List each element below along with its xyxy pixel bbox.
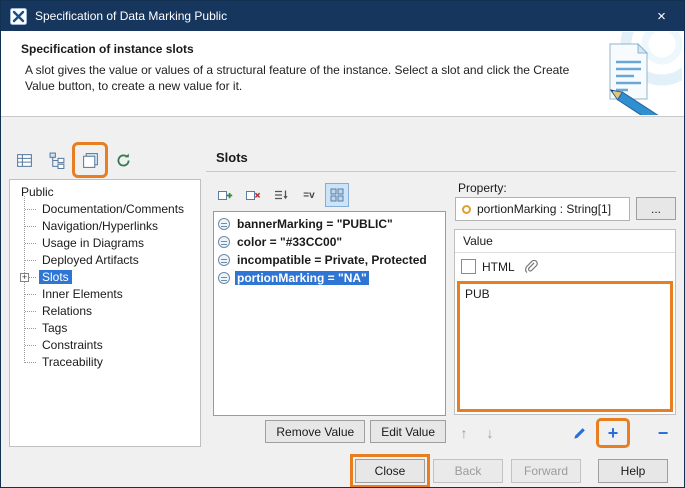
tree-item-slots[interactable]: + Slots xyxy=(24,269,200,286)
value-panel: Value HTML PUB xyxy=(454,229,676,415)
panels-view-icon[interactable] xyxy=(77,147,103,173)
value-panel-header: Value xyxy=(455,230,675,253)
remove-value-icon[interactable]: − xyxy=(650,422,676,444)
value-text-area[interactable]: PUB xyxy=(457,281,673,412)
section-divider xyxy=(206,171,676,172)
help-button[interactable]: Help xyxy=(598,459,668,483)
property-icon xyxy=(462,205,471,214)
specification-dialog: Specification of Data Marking Public × S… xyxy=(0,0,685,488)
grid-view-icon[interactable] xyxy=(325,183,349,207)
header-title: Specification of instance slots xyxy=(21,42,194,56)
property-browse-button[interactable]: ... xyxy=(636,197,676,220)
slot-icon xyxy=(218,272,230,284)
view-toolbar xyxy=(11,147,136,173)
slot-icon xyxy=(218,218,230,230)
header-description-line1: A slot gives the value or values of a st… xyxy=(25,62,569,78)
window-title: Specification of Data Marking Public xyxy=(35,9,227,23)
property-label: Property: xyxy=(458,181,507,195)
tree-item-tags[interactable]: Tags xyxy=(24,320,200,337)
delete-value-icon[interactable] xyxy=(241,183,265,207)
edit-pencil-icon[interactable] xyxy=(566,422,592,444)
tree-item-public[interactable]: Public xyxy=(14,184,200,201)
tree-item-constraints[interactable]: Constraints xyxy=(24,337,200,354)
paperclip-icon[interactable] xyxy=(521,257,541,277)
app-icon xyxy=(10,8,27,25)
html-checkbox-label: HTML xyxy=(482,260,515,274)
close-button[interactable]: Close xyxy=(355,459,425,483)
tree-item-navigation[interactable]: Navigation/Hyperlinks xyxy=(24,218,200,235)
expander-icon[interactable]: + xyxy=(20,273,29,282)
document-pencil-illustration xyxy=(574,32,682,115)
tree-item-traceability[interactable]: Traceability xyxy=(24,354,200,371)
titlebar: Specification of Data Marking Public × xyxy=(1,1,684,31)
property-display: portionMarking : String[1] xyxy=(455,197,630,221)
list-item-selected[interactable]: portionMarking = "NA" xyxy=(214,269,445,287)
slot-icon xyxy=(218,236,230,248)
tree-item-relations[interactable]: Relations xyxy=(24,303,200,320)
close-icon[interactable]: × xyxy=(639,1,684,31)
slot-icon xyxy=(218,254,230,266)
tree-children: Documentation/Comments Navigation/Hyperl… xyxy=(24,201,200,371)
list-item[interactable]: color = "#33CC00" xyxy=(214,233,445,251)
header-description: A slot gives the value or values of a st… xyxy=(25,62,569,94)
add-value-icon[interactable]: + xyxy=(600,422,626,444)
tree-item-documentation[interactable]: Documentation/Comments xyxy=(24,201,200,218)
remove-value-button[interactable]: Remove Value xyxy=(265,420,365,443)
slot-value-list[interactable]: bannerMarking = "PUBLIC" color = "#33CC0… xyxy=(213,211,446,416)
tree-view-icon[interactable] xyxy=(44,147,70,173)
show-equals-icon[interactable]: =v xyxy=(297,183,321,207)
order-values-icon[interactable] xyxy=(269,183,293,207)
tree-item-inner-elements[interactable]: Inner Elements xyxy=(24,286,200,303)
forward-button[interactable]: Forward xyxy=(511,459,581,483)
list-item[interactable]: bannerMarking = "PUBLIC" xyxy=(214,215,445,233)
tree-item-usage-in-diagrams[interactable]: Usage in Diagrams xyxy=(24,235,200,252)
tree-item-deployed-artifacts[interactable]: Deployed Artifacts xyxy=(24,252,200,269)
html-checkbox[interactable] xyxy=(461,259,476,274)
property-row: portionMarking : String[1] ... xyxy=(455,197,676,221)
specification-tree: Public Documentation/Comments Navigation… xyxy=(9,179,201,447)
dialog-header: Specification of instance slots A slot g… xyxy=(1,31,684,117)
table-view-icon[interactable] xyxy=(11,147,37,173)
header-description-line2: Value button, to create a new value for … xyxy=(25,78,569,94)
value-action-row: ↑ ↓ + − xyxy=(451,421,676,445)
list-item[interactable]: incompatible = Private, Protected xyxy=(214,251,445,269)
back-button[interactable]: Back xyxy=(433,459,503,483)
move-down-icon[interactable]: ↓ xyxy=(477,422,503,444)
html-option-row: HTML xyxy=(455,253,675,280)
move-up-icon[interactable]: ↑ xyxy=(451,422,477,444)
list-button-row: Remove Value Edit Value xyxy=(213,420,446,443)
edit-value-button[interactable]: Edit Value xyxy=(370,420,446,443)
refresh-icon[interactable] xyxy=(110,147,136,173)
section-title: Slots xyxy=(216,150,248,165)
slots-toolbar: =v xyxy=(213,183,349,207)
create-value-icon[interactable] xyxy=(213,183,237,207)
property-value: portionMarking : String[1] xyxy=(477,202,611,216)
